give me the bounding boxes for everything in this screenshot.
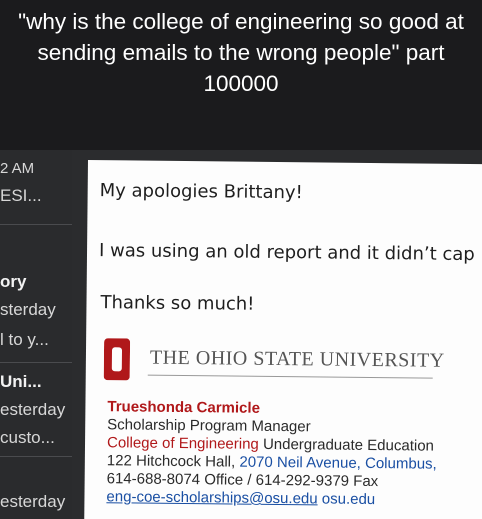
signature-links: eng-coe-scholarships@osu.edu osu.edu bbox=[106, 488, 375, 508]
sidebar-item-date[interactable]: esterday bbox=[0, 400, 65, 420]
sidebar-item-preview[interactable]: l to y... bbox=[0, 330, 49, 350]
sidebar-divider bbox=[0, 456, 72, 457]
university-divider bbox=[147, 374, 433, 379]
sidebar-divider bbox=[0, 362, 72, 363]
email-thanks: Thanks so much! bbox=[100, 292, 255, 315]
mail-list-sidebar: 2 AM ESI... ory sterday l to y... Uni...… bbox=[0, 150, 72, 519]
sidebar-item-sender[interactable]: Uni... bbox=[0, 372, 42, 392]
university-name: THE OHIO STATE UNIVERSITY bbox=[149, 346, 445, 372]
signature-site-link[interactable]: osu.edu bbox=[322, 490, 376, 508]
email-greeting: My apologies Brittany! bbox=[99, 180, 303, 204]
signature-college: College of Engineering bbox=[106, 434, 259, 453]
ohio-state-logo-icon bbox=[103, 338, 131, 381]
sidebar-item-sender[interactable]: ESI... bbox=[0, 186, 42, 206]
meme-caption: "why is the college of engineering so go… bbox=[0, 0, 482, 150]
signature-address: 122 Hitchcock Hall, 2070 Neil Avenue, Co… bbox=[107, 452, 437, 472]
caption-line-1: "why is the college of engineering so go… bbox=[18, 9, 464, 34]
email-body-text: I was using an old report and it didn’t … bbox=[98, 240, 475, 266]
signature-department: College of Engineering Undergraduate Edu… bbox=[107, 434, 434, 454]
signature-name: Trueshonda Carmicle bbox=[107, 398, 261, 417]
sidebar-item-date[interactable]: esterday bbox=[0, 492, 65, 512]
signature-email-link[interactable]: eng-coe-scholarships@osu.edu bbox=[106, 488, 317, 507]
sidebar-item-time[interactable]: 2 AM bbox=[0, 160, 34, 177]
signature-phone: 614-688-8074 Office / 614-292-9379 Fax bbox=[106, 470, 379, 491]
signature-title: Scholarship Program Manager bbox=[107, 416, 311, 436]
signature-address-street[interactable]: 2070 Neil Avenue, Columbus, bbox=[239, 454, 437, 473]
sidebar-item-date[interactable]: sterday bbox=[0, 300, 56, 320]
signature-address-room: 122 Hitchcock Hall, bbox=[106, 452, 236, 471]
sidebar-item-preview[interactable]: custo... bbox=[0, 428, 55, 448]
caption-line-2: sending emails to the wrong people" part bbox=[37, 40, 445, 65]
caption-line-3: 100000 bbox=[203, 71, 279, 96]
email-screenshot-photo: 2 AM ESI... ory sterday l to y... Uni...… bbox=[0, 150, 482, 519]
sidebar-divider bbox=[0, 224, 72, 225]
caption-text: "why is the college of engineering so go… bbox=[6, 6, 476, 99]
sidebar-item-subject[interactable]: ory bbox=[0, 272, 26, 292]
email-body-pane: My apologies Brittany! I was using an ol… bbox=[84, 160, 482, 519]
signature-dept: Undergraduate Education bbox=[262, 435, 435, 455]
